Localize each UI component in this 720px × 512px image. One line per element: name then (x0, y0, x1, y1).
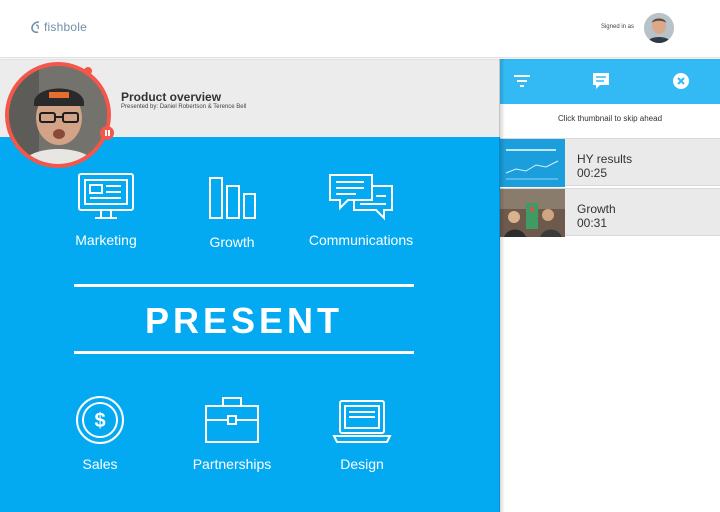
logo[interactable]: fishbole (30, 20, 87, 34)
top-bar: fishbole Signed in as (0, 0, 720, 58)
recording-indicator (84, 67, 92, 75)
slide-item-growth: Growth (196, 174, 268, 250)
slide-heading: PRESENT (144, 300, 344, 341)
slide-thumbnail-icon (500, 189, 565, 237)
filter-icon[interactable] (512, 71, 532, 91)
close-icon[interactable] (671, 71, 691, 91)
thumbnail-title: HY results (577, 152, 633, 166)
slide-label: Marketing (75, 232, 137, 248)
thumbnail-image (500, 139, 565, 187)
bar-chart-icon (209, 177, 256, 219)
slide-thumbnail-icon (500, 139, 565, 187)
monitor-icon (78, 173, 134, 219)
thumbnail-item[interactable]: HY results 00:25 (500, 138, 720, 187)
fish-logo-icon (31, 21, 40, 34)
panel-shadow (499, 59, 505, 512)
slide-item-sales: $ Sales (64, 394, 136, 472)
slide-label: Partnerships (192, 456, 272, 472)
chat-bubbles-icon (329, 174, 393, 221)
dollar-coin-icon: $ (76, 396, 124, 444)
slide-label: Growth (209, 234, 255, 250)
presenter-webcam[interactable] (5, 62, 111, 168)
thumbnail-time: 00:25 (577, 166, 608, 180)
svg-text:$: $ (94, 410, 105, 432)
sidebar-toolbar (500, 59, 720, 104)
divider-top (74, 284, 414, 287)
skip-hint: Click thumbnail to skip ahead (557, 114, 663, 123)
chat-icon[interactable] (591, 71, 611, 91)
signed-in-label: Signed in as (600, 24, 634, 30)
presenters-line: Presented by: Daniel Robertson & Terence… (121, 104, 247, 110)
briefcase-icon (205, 397, 259, 443)
thumbnail-title: Growth (577, 202, 616, 216)
thumbnail-item[interactable]: Growth 00:31 (500, 188, 720, 237)
user-photo-icon (644, 13, 674, 43)
logo-text: fishbole (44, 20, 87, 34)
presentation-title: Product overview (121, 90, 222, 104)
user-avatar[interactable] (644, 13, 674, 43)
thumbnail-image (500, 189, 565, 237)
divider-bottom (74, 351, 414, 354)
slide-item-partnerships: Partnerships (186, 396, 278, 472)
slide-item-communications: Communications (300, 172, 422, 248)
slide-label: Sales (82, 456, 118, 472)
laptop-icon (332, 400, 392, 443)
pause-button[interactable] (100, 126, 114, 140)
thumbnail-time: 00:31 (577, 216, 608, 230)
slide-label: Design (340, 456, 384, 472)
slide-item-design: Design (326, 398, 398, 472)
presenter-video-icon (9, 66, 107, 164)
slide-label: Communications (308, 232, 414, 248)
slide-item-marketing: Marketing (70, 172, 142, 248)
